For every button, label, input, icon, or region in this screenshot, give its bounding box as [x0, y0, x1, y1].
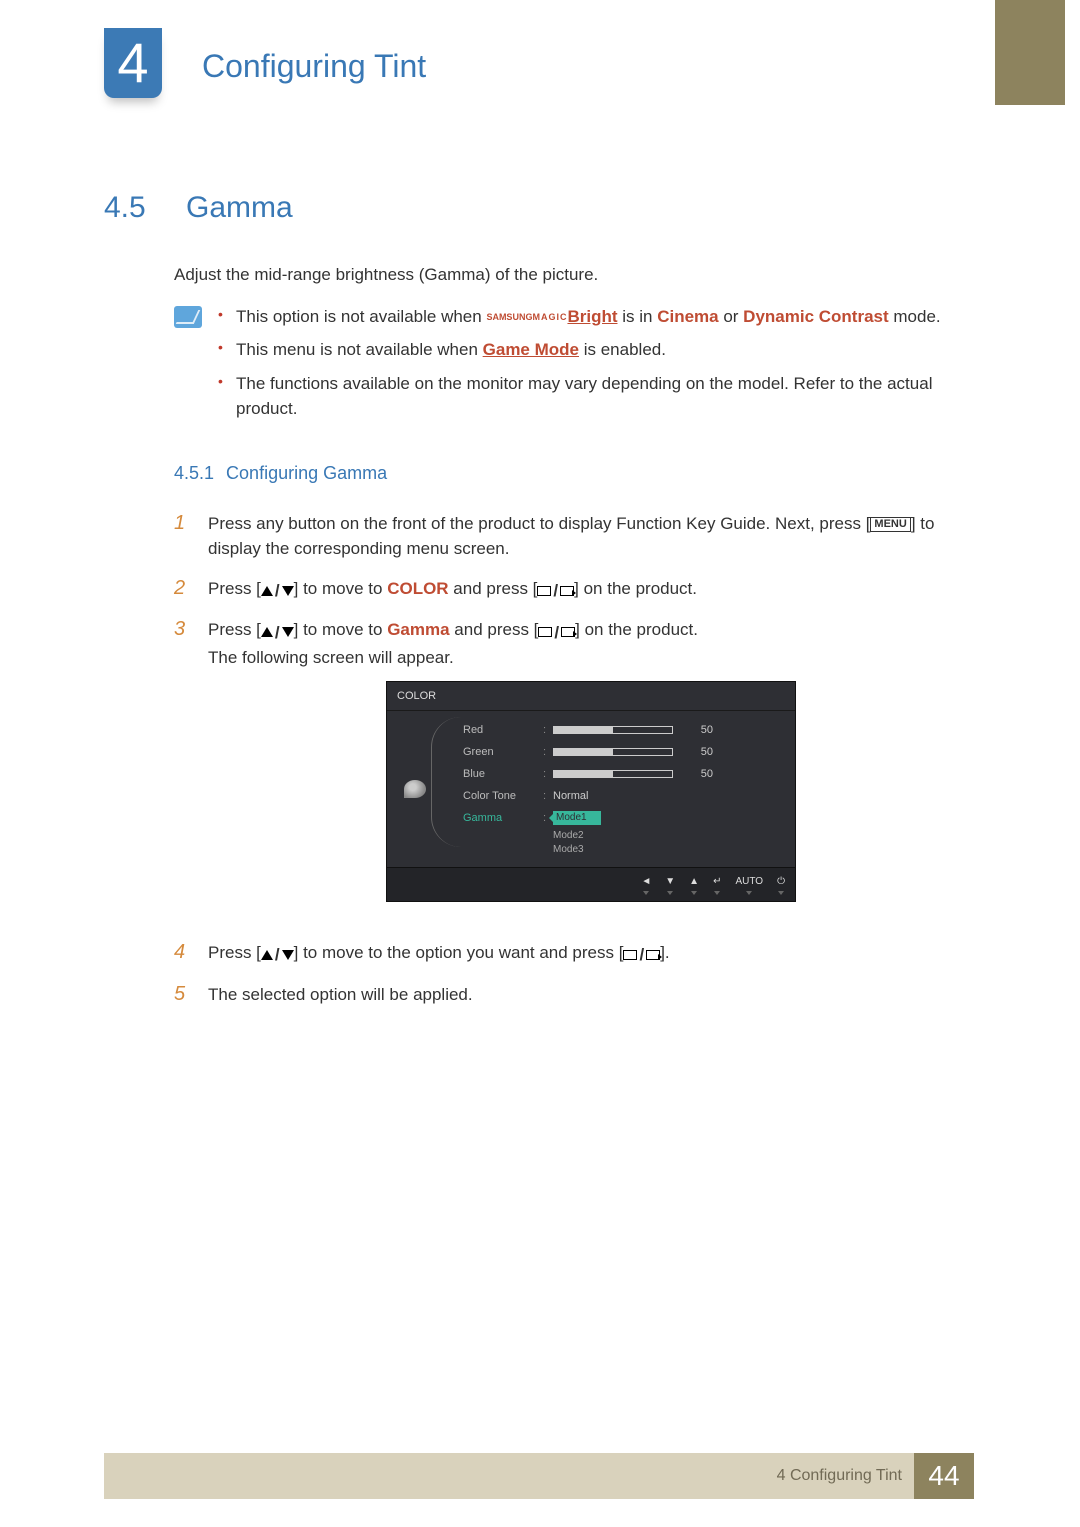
- footer-text: 4 Configuring Tint: [777, 1464, 902, 1488]
- osd-sidebar: [387, 711, 443, 867]
- subsection-number: 4.5.1: [174, 460, 214, 487]
- step-item: 1 Press any button on the front of the p…: [174, 511, 974, 562]
- step-number: 5: [174, 982, 192, 1008]
- osd-row-gamma: Gamma : Mode1: [463, 807, 783, 829]
- step-item: 2 Press [/] to move to COLOR and press […: [174, 576, 974, 604]
- osd-title: COLOR: [387, 682, 795, 712]
- step-number: 2: [174, 576, 192, 604]
- step-number: 3: [174, 617, 192, 926]
- step-item: 4 Press [/] to move to the option you wa…: [174, 940, 974, 968]
- arrow-up-down-icon: /: [261, 620, 294, 646]
- step-number: 4: [174, 940, 192, 968]
- note-item: This menu is not available when Game Mod…: [218, 337, 974, 363]
- note-list: This option is not available when SAMSUN…: [218, 304, 974, 430]
- palette-icon: [404, 780, 426, 798]
- enter-icon: /: [537, 578, 574, 604]
- step-number: 1: [174, 511, 192, 562]
- osd-gamma-options: Mode2 Mode3: [553, 829, 783, 857]
- note-item: The functions available on the monitor m…: [218, 371, 974, 422]
- note-icon: [174, 306, 202, 328]
- note-item: This option is not available when SAMSUN…: [218, 304, 974, 330]
- osd-row-red: Red : 50: [463, 719, 783, 741]
- content-area: 4.5 Gamma Adjust the mid-range brightnes…: [104, 185, 974, 1021]
- subsection-heading: 4.5.1 Configuring Gamma: [174, 460, 974, 487]
- note-block: This option is not available when SAMSUN…: [174, 304, 974, 430]
- enter-icon: /: [538, 620, 575, 646]
- osd-row-blue: Blue : 50: [463, 763, 783, 785]
- chapter-badge: 4: [104, 28, 162, 98]
- chapter-number: 4: [117, 35, 148, 91]
- footer-bar: 4 Configuring Tint 44: [104, 1453, 974, 1499]
- step-item: 5 The selected option will be applied.: [174, 982, 974, 1008]
- menu-button-label: MENU: [870, 517, 910, 532]
- osd-screenshot: COLOR Red : 50: [386, 681, 796, 903]
- osd-row-colortone: Color Tone : Normal: [463, 785, 783, 807]
- osd-row-green: Green : 50: [463, 741, 783, 763]
- arrow-up-down-icon: /: [261, 578, 294, 604]
- chapter-title: Configuring Tint: [202, 42, 426, 90]
- page-header: 4 Configuring Tint: [104, 28, 426, 98]
- osd-gamma-selected: Mode1: [553, 811, 601, 825]
- step-item: 3 Press [/] to move to Gamma and press […: [174, 617, 974, 926]
- footer-page-number: 44: [914, 1453, 974, 1499]
- osd-navbar: ◄ ▼ ▲ ↵ AUTO ⏻: [387, 867, 795, 901]
- enter-icon: /: [623, 942, 660, 968]
- arrow-up-down-icon: /: [261, 942, 294, 968]
- section-title: Gamma: [186, 185, 293, 230]
- subsection-title: Configuring Gamma: [226, 460, 387, 487]
- step-list: 1 Press any button on the front of the p…: [174, 511, 974, 1008]
- section-number: 4.5: [104, 185, 162, 230]
- section-intro: Adjust the mid-range brightness (Gamma) …: [174, 262, 974, 288]
- corner-accent: [995, 0, 1065, 105]
- section-heading: 4.5 Gamma: [104, 185, 974, 230]
